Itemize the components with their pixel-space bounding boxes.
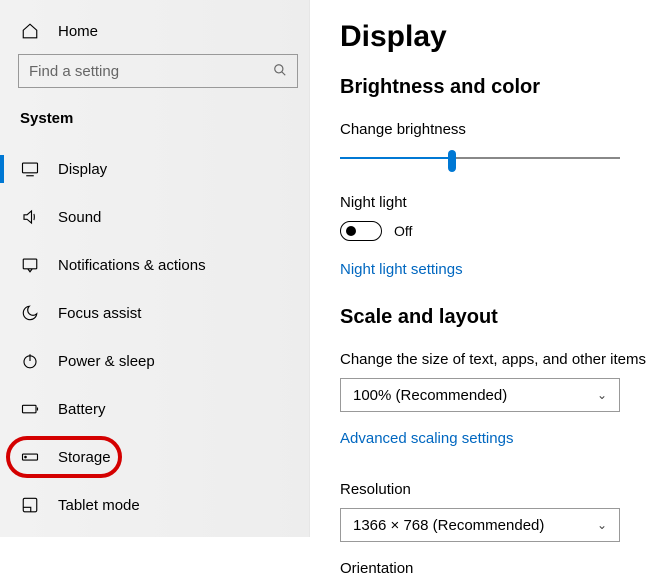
- power-icon: [20, 352, 40, 370]
- main-content: Display Brightness and color Change brig…: [310, 0, 665, 537]
- sidebar-item-label: Notifications & actions: [58, 257, 206, 274]
- slider-fill: [340, 157, 452, 159]
- night-light-toggle[interactable]: [340, 221, 382, 241]
- advanced-scaling-link[interactable]: Advanced scaling settings: [340, 430, 513, 447]
- sidebar-item-display[interactable]: Display: [18, 145, 309, 193]
- night-light-label: Night light: [340, 194, 665, 211]
- search-icon: [273, 63, 287, 80]
- sidebar-item-label: Focus assist: [58, 305, 141, 322]
- sidebar-item-label: Power & sleep: [58, 353, 155, 370]
- orientation-label: Orientation: [340, 560, 665, 577]
- sidebar-item-focus-assist[interactable]: Focus assist: [18, 289, 309, 337]
- sidebar-section-title: System: [18, 110, 309, 145]
- sound-icon: [20, 208, 40, 226]
- sidebar-item-label: Sound: [58, 209, 101, 226]
- battery-icon: [20, 400, 40, 418]
- page-title: Display: [340, 20, 665, 54]
- slider-thumb[interactable]: [448, 150, 456, 172]
- night-light-state: Off: [394, 223, 412, 239]
- sidebar-item-notifications-actions[interactable]: Notifications & actions: [18, 241, 309, 289]
- section-scale-heading: Scale and layout: [340, 306, 665, 329]
- search-input[interactable]: [29, 63, 273, 80]
- sidebar-item-label: Storage: [58, 449, 111, 466]
- resolution-label: Resolution: [340, 481, 665, 498]
- sidebar-item-battery[interactable]: Battery: [18, 385, 309, 433]
- tablet-icon: [20, 496, 40, 514]
- sidebar-item-power-sleep[interactable]: Power & sleep: [18, 337, 309, 385]
- search-input-wrapper[interactable]: [18, 54, 298, 88]
- night-light-settings-link[interactable]: Night light settings: [340, 261, 463, 278]
- sidebar-item-sound[interactable]: Sound: [18, 193, 309, 241]
- sidebar-item-storage[interactable]: Storage: [18, 433, 309, 481]
- chevron-down-icon: ⌄: [597, 518, 607, 532]
- monitor-icon: [20, 160, 40, 178]
- settings-sidebar: Home System Display Sound Notifications & …: [0, 0, 310, 537]
- sidebar-item-label: Display: [58, 161, 107, 178]
- sidebar-item-label: Tablet mode: [58, 497, 140, 514]
- notifications-icon: [20, 256, 40, 274]
- sidebar-item-tablet-mode[interactable]: Tablet mode: [18, 481, 309, 529]
- chevron-down-icon: ⌄: [597, 388, 607, 402]
- sidebar-nav-list: Display Sound Notifications & actions Focus…: [18, 145, 309, 529]
- scale-dropdown[interactable]: 100% (Recommended) ⌄: [340, 378, 620, 412]
- storage-icon: [20, 448, 40, 466]
- brightness-label: Change brightness: [340, 121, 665, 138]
- home-icon: [20, 22, 40, 40]
- home-label: Home: [58, 23, 98, 40]
- scale-value: 100% (Recommended): [353, 387, 507, 404]
- scale-label: Change the size of text, apps, and other…: [340, 351, 665, 368]
- moon-icon: [20, 304, 40, 322]
- resolution-value: 1366 × 768 (Recommended): [353, 517, 544, 534]
- brightness-slider[interactable]: [340, 148, 620, 168]
- toggle-knob: [346, 226, 356, 236]
- home-link[interactable]: Home: [18, 18, 309, 54]
- sidebar-item-label: Battery: [58, 401, 106, 418]
- section-brightness-heading: Brightness and color: [340, 76, 665, 99]
